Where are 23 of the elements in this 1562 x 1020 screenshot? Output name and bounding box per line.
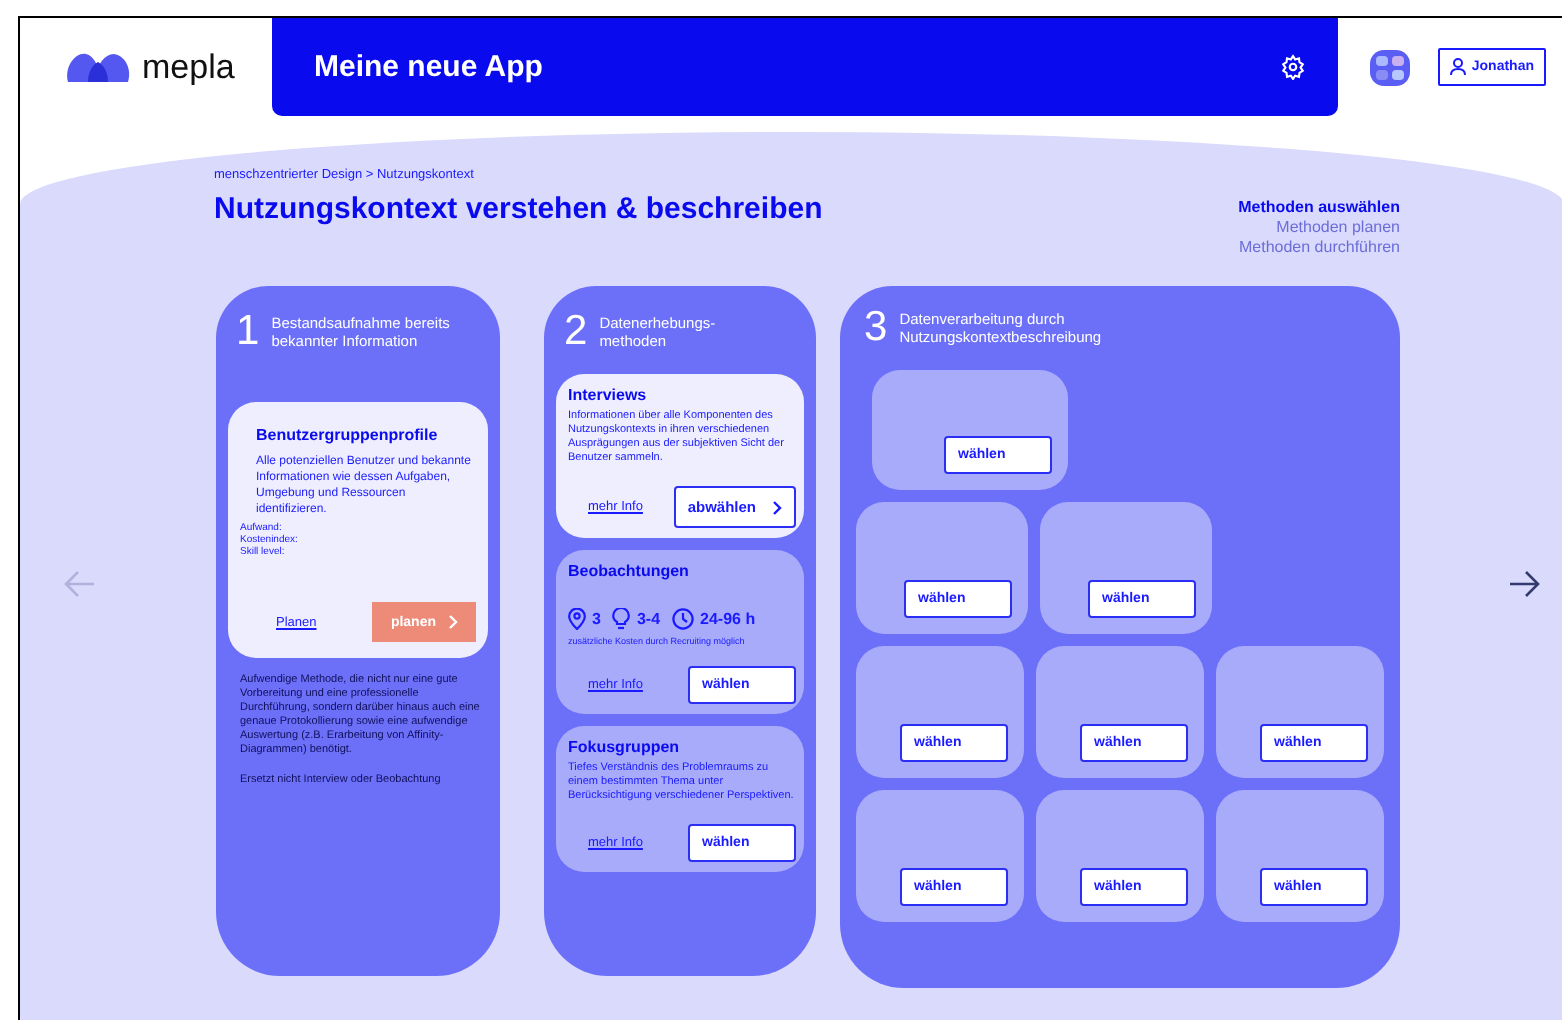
chevron-icon [772, 499, 782, 515]
clock-icon [672, 608, 695, 630]
user-icon [1449, 58, 1466, 76]
stat-value: 24-96 h [700, 610, 756, 628]
logo-text: mepla [142, 47, 235, 87]
stat-value: 3-4 [636, 610, 661, 628]
phase-number: 3 [864, 306, 888, 350]
phase-number: 1 [236, 310, 260, 354]
lightbulb-icon [612, 608, 631, 630]
card-title: Interviews [568, 386, 649, 404]
settings-icon[interactable] [1280, 54, 1306, 80]
step-link[interactable]: Methoden auswählen [1238, 198, 1400, 218]
card-title: Fokusgruppen [568, 738, 682, 756]
stat-value: 3 [592, 610, 601, 628]
card-title: Benutzergruppenprofile [254, 426, 440, 444]
phase-number: 2 [564, 310, 588, 354]
apps-icon[interactable] [1367, 47, 1412, 87]
logo-icon [64, 49, 132, 85]
chevron-icon [448, 614, 458, 630]
card-title: Beobachtungen [568, 562, 691, 580]
page-title: Nutzungskontext verstehen & beschreiben [214, 192, 823, 226]
app-title: Meine neue App [314, 50, 543, 84]
pin-icon [568, 608, 586, 630]
